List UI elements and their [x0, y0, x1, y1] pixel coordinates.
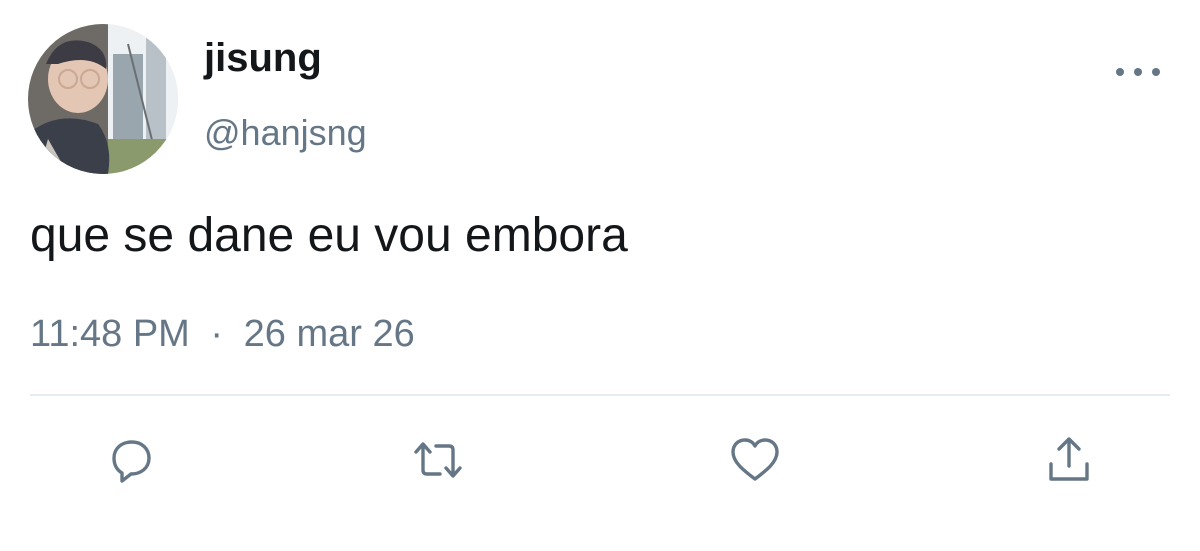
reply-icon — [112, 440, 151, 483]
display-name[interactable]: jisung — [204, 38, 322, 78]
more-dot — [1134, 68, 1142, 76]
avatar-photo — [28, 24, 178, 174]
user-handle[interactable]: @hanjsng — [204, 115, 367, 151]
tweet-date: 26 mar 26 — [243, 313, 415, 355]
heart-icon — [731, 438, 779, 481]
tweet-card: jisung @hanjsng que se dane eu vou embor… — [0, 0, 1200, 551]
more-options-icon[interactable] — [1116, 62, 1160, 82]
avatar[interactable] — [28, 24, 178, 174]
meta-separator: · — [210, 313, 224, 355]
divider — [30, 394, 1170, 396]
tweet-time: 11:48 PM — [30, 313, 190, 355]
more-dot — [1116, 68, 1124, 76]
like-button[interactable] — [727, 432, 783, 488]
action-bar — [0, 432, 1200, 492]
share-button[interactable] — [1041, 432, 1097, 488]
retweet-icon — [414, 442, 462, 478]
reply-button[interactable] — [102, 432, 158, 488]
tweet-text: que se dane eu vou embora — [30, 209, 628, 262]
share-icon — [1049, 437, 1089, 481]
retweet-button[interactable] — [410, 432, 466, 488]
more-dot — [1152, 68, 1160, 76]
tweet-timestamp[interactable]: 11:48 PM · 26 mar 26 — [30, 313, 415, 356]
